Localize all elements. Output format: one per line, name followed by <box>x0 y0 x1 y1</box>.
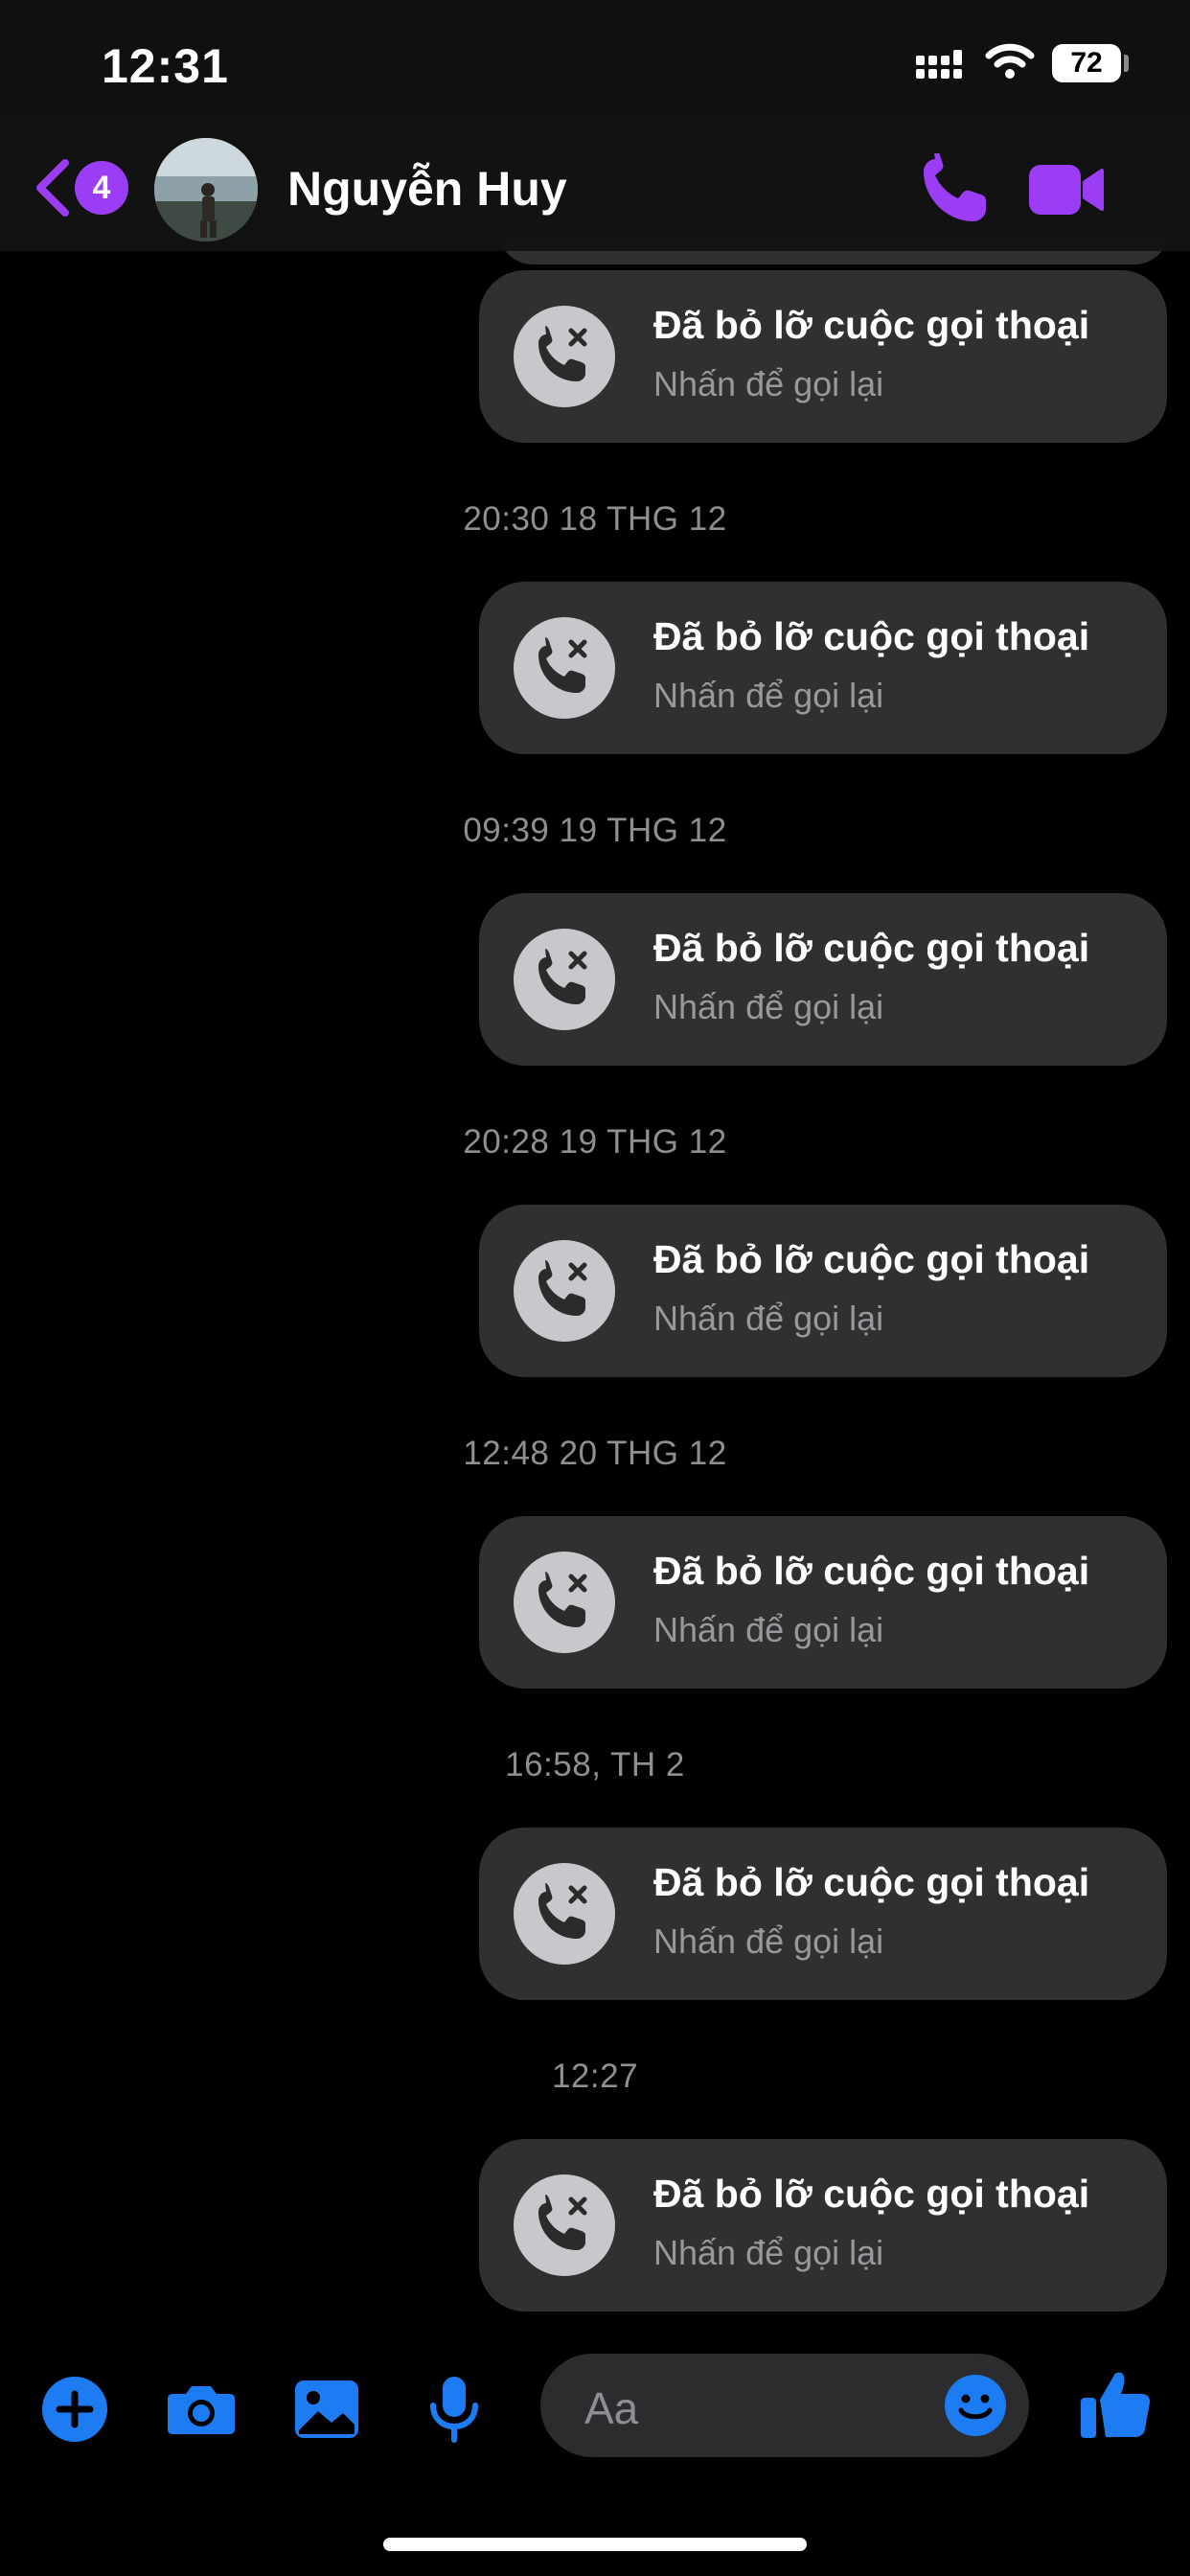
message-timestamp: 12:48 20 THG 12 <box>463 1435 727 1472</box>
missed-call-icon <box>514 929 615 1030</box>
message-input-placeholder: Aa <box>584 2383 639 2433</box>
phone-icon <box>924 148 986 221</box>
avatar-photo <box>154 138 258 242</box>
message-timestamp: 09:39 19 THG 12 <box>463 812 727 849</box>
missed-call-bubble[interactable]: Đã bỏ lỡ cuộc gọi thoại Nhấn để gọi lại <box>479 582 1167 754</box>
microphone-icon <box>430 2377 478 2443</box>
emoji-button[interactable] <box>943 2373 1008 2438</box>
smiley-icon <box>945 2375 1006 2436</box>
messenger-screen: Đã bỏ lỡ cuộc gọi thoại Nhấn để gọi lại … <box>0 0 1190 2576</box>
missed-call-icon <box>514 617 615 719</box>
message-input[interactable]: Aa <box>540 2354 1029 2457</box>
bubble-subtitle: Nhấn để gọi lại <box>653 2233 884 2272</box>
missed-call-bubble[interactable]: Đã bỏ lỡ cuộc gọi thoại Nhấn để gọi lại <box>479 1828 1167 2000</box>
camera-icon <box>168 2386 235 2434</box>
photo-gallery-icon <box>295 2380 358 2438</box>
bubble-title: Đã bỏ lỡ cuộc gọi thoại <box>653 926 1090 970</box>
video-call-button[interactable] <box>1027 161 1106 218</box>
plus-circle-icon <box>42 2377 107 2442</box>
bubble-title: Đã bỏ lỡ cuộc gọi thoại <box>653 2172 1090 2216</box>
message-timestamp: 20:28 19 THG 12 <box>463 1123 727 1161</box>
message-timestamp: 12:27 <box>551 2058 639 2095</box>
message-composer: Aa <box>0 2338 1190 2472</box>
bubble-title: Đã bỏ lỡ cuộc gọi thoại <box>653 1549 1090 1593</box>
bubble-subtitle: Nhấn để gọi lại <box>653 987 884 1026</box>
battery-cap <box>1124 55 1129 72</box>
message-timestamp: 16:58, TH 2 <box>505 1746 685 1783</box>
status-time: 12:31 <box>102 39 229 93</box>
missed-call-bubble[interactable]: Đã bỏ lỡ cuộc gọi thoại Nhấn để gọi lại <box>479 2139 1167 2312</box>
message-timestamp: 20:30 18 THG 12 <box>463 500 727 538</box>
missed-call-icon <box>514 1552 615 1653</box>
missed-call-icon <box>514 306 615 407</box>
chevron-left-icon <box>36 159 69 217</box>
voice-call-button[interactable] <box>920 148 991 224</box>
missed-call-icon <box>514 2174 615 2276</box>
like-button[interactable] <box>1077 2363 1154 2440</box>
thumbs-up-icon <box>1081 2372 1151 2438</box>
bubble-title: Đã bỏ lỡ cuộc gọi thoại <box>653 303 1090 347</box>
back-button[interactable]: 4 <box>33 153 138 222</box>
cellular-signal-icon <box>916 50 962 79</box>
missed-call-bubble[interactable]: Đã bỏ lỡ cuộc gọi thoại Nhấn để gọi lại <box>479 893 1167 1066</box>
battery-indicator: 72 <box>1052 44 1121 82</box>
bubble-subtitle: Nhấn để gọi lại <box>653 1610 884 1649</box>
missed-call-bubble[interactable]: Đã bỏ lỡ cuộc gọi thoại Nhấn để gọi lại <box>479 1516 1167 1689</box>
status-bar: 12:31 72 <box>0 0 1190 132</box>
missed-call-icon <box>514 1863 615 1965</box>
video-camera-icon <box>1029 165 1104 215</box>
avatar[interactable] <box>154 138 258 242</box>
wifi-icon <box>985 43 1035 79</box>
bubble-subtitle: Nhấn để gọi lại <box>653 1921 884 1961</box>
unread-count-badge: 4 <box>75 161 128 215</box>
bubble-title: Đã bỏ lỡ cuộc gọi thoại <box>653 1237 1090 1281</box>
home-indicator[interactable] <box>383 2538 807 2551</box>
missed-call-bubble[interactable]: Đã bỏ lỡ cuộc gọi thoại Nhấn để gọi lại <box>479 1205 1167 1377</box>
contact-name[interactable]: Nguyễn Huy <box>287 161 567 217</box>
add-button[interactable] <box>36 2371 113 2448</box>
bubble-subtitle: Nhấn để gọi lại <box>653 1299 884 1338</box>
bubble-subtitle: Nhấn để gọi lại <box>653 676 884 715</box>
voice-message-button[interactable] <box>416 2371 492 2448</box>
camera-button[interactable] <box>163 2371 240 2448</box>
bubble-subtitle: Nhấn để gọi lại <box>653 364 884 403</box>
gallery-button[interactable] <box>289 2371 366 2448</box>
bubble-title: Đã bỏ lỡ cuộc gọi thoại <box>653 1860 1090 1904</box>
bubble-title: Đã bỏ lỡ cuộc gọi thoại <box>653 614 1090 658</box>
chat-thread[interactable]: Đã bỏ lỡ cuộc gọi thoại Nhấn để gọi lại … <box>0 0 1190 2338</box>
missed-call-bubble[interactable]: Đã bỏ lỡ cuộc gọi thoại Nhấn để gọi lại <box>479 270 1167 443</box>
missed-call-icon <box>514 1240 615 1342</box>
